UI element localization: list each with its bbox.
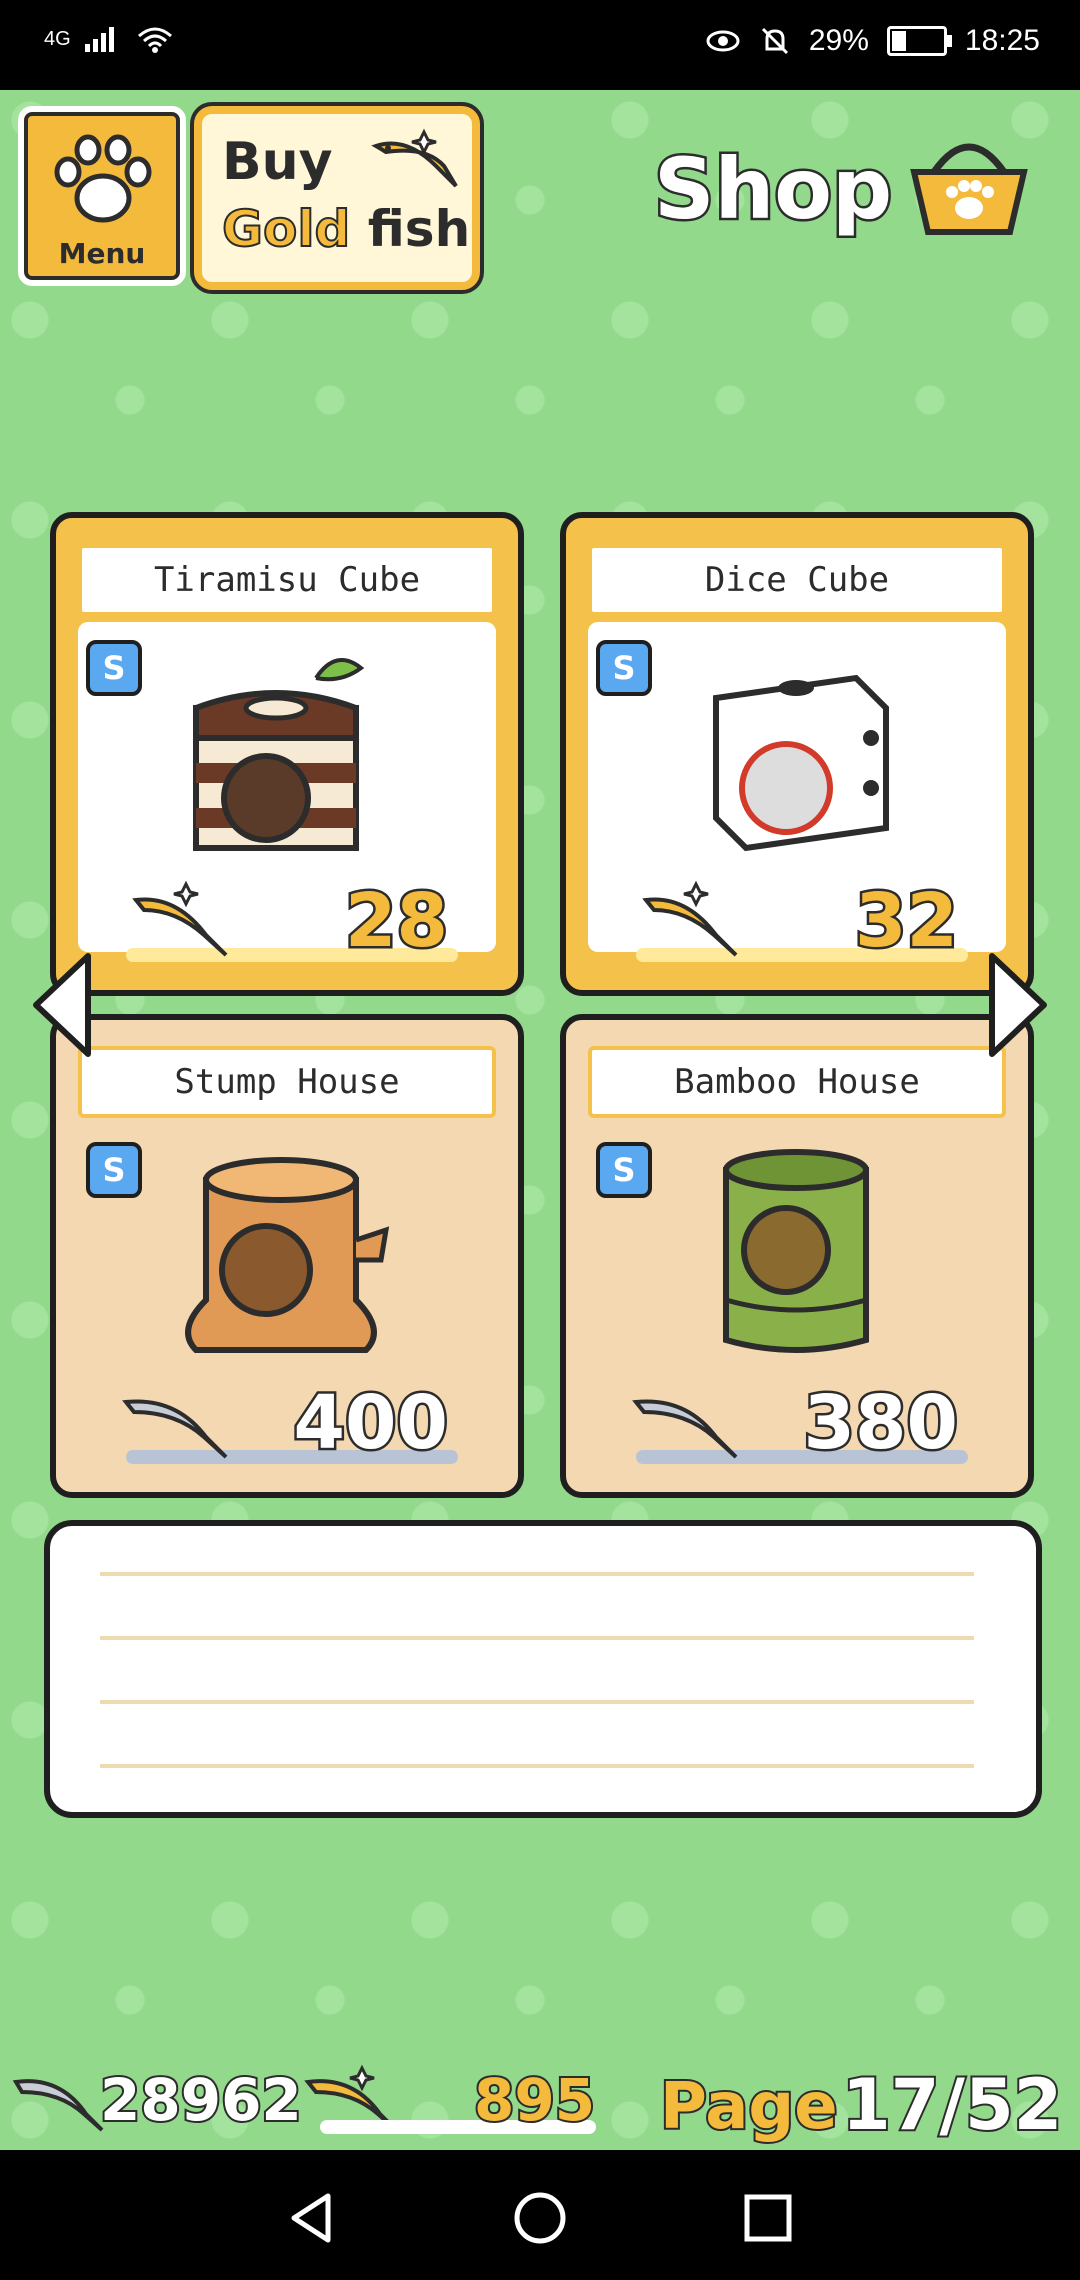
- mute-bell-icon: [761, 27, 788, 55]
- item-price: 400: [291, 1378, 450, 1469]
- gold-fish-count: 895: [472, 2064, 597, 2136]
- item-name: Bamboo House: [588, 1046, 1006, 1118]
- item-name: Dice Cube: [588, 544, 1006, 616]
- gold-fish-icon: [371, 128, 458, 188]
- battery-percent: 29%: [808, 24, 869, 57]
- recents-icon[interactable]: [738, 2188, 798, 2248]
- item-card-tiramisu-cube[interactable]: Tiramisu Cube S 28: [50, 512, 524, 996]
- item-price: 28: [343, 876, 451, 967]
- silver-fish-icon: [12, 2079, 104, 2132]
- previous-page-arrow[interactable]: [28, 950, 92, 1060]
- page-indicator: 17/52: [840, 2062, 1064, 2148]
- page-label: Page: [658, 2068, 840, 2146]
- item-price: 380: [801, 1378, 960, 1469]
- menu-button[interactable]: Menu: [18, 106, 186, 286]
- size-s-badge: S: [86, 1142, 142, 1198]
- page-title: Shop: [651, 138, 894, 241]
- ruled-line: [100, 1572, 974, 1576]
- system-navigation-bar: [0, 2150, 1080, 2280]
- goldfish-label: Gold fish: [221, 199, 471, 259]
- fish-word: fish: [367, 200, 471, 258]
- size-s-badge: S: [596, 1142, 652, 1198]
- ruled-line: [100, 1636, 974, 1640]
- wifi-icon: [137, 27, 172, 53]
- gold-fish-icon: [132, 880, 228, 957]
- next-page-arrow[interactable]: [988, 950, 1052, 1060]
- silver-fish-count: 28962: [98, 2064, 304, 2136]
- gold-word: Gold: [221, 199, 351, 259]
- back-icon[interactable]: [282, 2188, 342, 2248]
- item-card-stump-house[interactable]: Stump House S 400: [50, 1014, 524, 1498]
- item-name: Tiramisu Cube: [78, 544, 496, 616]
- item-name: Stump House: [78, 1046, 496, 1118]
- ruled-line: [100, 1764, 974, 1768]
- silver-fish-icon: [122, 1399, 228, 1459]
- buy-label: Buy: [222, 132, 333, 192]
- clock: 18:25: [964, 24, 1040, 57]
- silver-fish-icon: [632, 1399, 738, 1459]
- item-price: 32: [853, 876, 961, 967]
- stump-house-image: [185, 1157, 390, 1353]
- shopping-basket-icon: [910, 143, 1028, 235]
- eye-icon: [706, 30, 740, 52]
- signal-icon: [84, 27, 114, 52]
- paw-icon: [54, 134, 152, 223]
- item-card-bamboo-house[interactable]: Bamboo House S 380: [560, 1014, 1034, 1498]
- size-s-badge: S: [86, 640, 142, 696]
- size-s-badge: S: [596, 640, 652, 696]
- dice-cube-image: [713, 674, 889, 852]
- tiramisu-cube-image: [193, 658, 365, 851]
- ruled-line: [100, 1700, 974, 1704]
- bamboo-house-image: [723, 1149, 869, 1353]
- menu-label: Menu: [58, 237, 146, 270]
- item-description-box: [44, 1520, 1042, 1818]
- item-card-dice-cube[interactable]: Dice Cube S 32: [560, 512, 1034, 996]
- battery-icon: [886, 26, 952, 56]
- gold-fish-icon: [642, 880, 738, 957]
- buy-goldfish-button[interactable]: Buy Gold fish: [194, 106, 480, 290]
- network-type: 4G: [44, 27, 71, 50]
- home-icon[interactable]: [510, 2188, 570, 2248]
- status-bar: 4G 29% 18:25: [0, 0, 1080, 90]
